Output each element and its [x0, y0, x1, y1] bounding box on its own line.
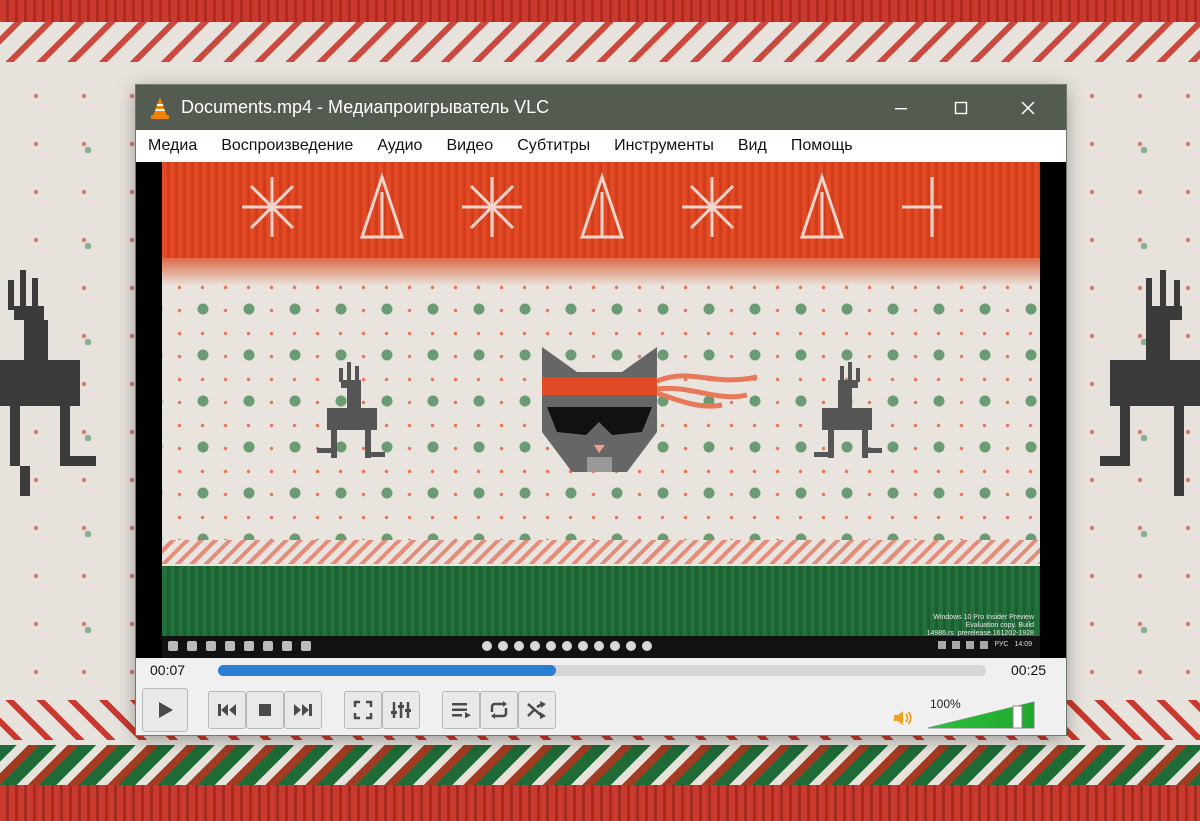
vlc-window: Documents.mp4 - Медиапроигрыватель VLC М… [136, 85, 1066, 735]
fullscreen-button[interactable] [344, 691, 382, 729]
extended-settings-icon [391, 702, 411, 718]
menu-media[interactable]: Медиа [136, 137, 209, 155]
maximize-icon [954, 101, 968, 114]
playlist-button[interactable] [442, 691, 480, 729]
stop-button[interactable] [246, 691, 284, 729]
volume-slider[interactable] [926, 698, 1036, 730]
next-button[interactable] [284, 691, 322, 729]
menu-view[interactable]: Вид [726, 137, 779, 155]
minimize-icon [895, 107, 907, 109]
total-time: 00:25 [1011, 662, 1047, 678]
app-icon [498, 641, 508, 651]
seek-bar[interactable] [218, 665, 986, 676]
wallpaper-zigzag-top [0, 22, 1200, 62]
video-taskbar-center-icons [482, 641, 652, 651]
play-icon [159, 702, 173, 718]
previous-button[interactable] [208, 691, 246, 729]
fullscreen-icon [353, 700, 373, 720]
frame-green-band [162, 566, 1040, 636]
minimize-button[interactable] [871, 85, 931, 130]
vlc-taskbar-icon [301, 641, 311, 651]
elapsed-time: 00:07 [150, 662, 186, 678]
search-icon [187, 641, 197, 651]
app-icon [482, 641, 492, 651]
app-icon [594, 641, 604, 651]
video-frame: Windows 10 Pro Insider Preview Evaluatio… [162, 162, 1040, 658]
menu-subtitles[interactable]: Субтитры [505, 137, 602, 155]
app-icon [626, 641, 636, 651]
app-icon [642, 641, 652, 651]
wallpaper-top-band [0, 0, 1200, 22]
reindeer-right-icon [1100, 270, 1200, 496]
menu-audio[interactable]: Аудио [365, 137, 434, 155]
app-icon [282, 641, 292, 651]
previous-icon [218, 704, 236, 716]
play-button[interactable] [142, 688, 188, 732]
wallpaper-bottom-band [0, 785, 1200, 821]
menu-tools[interactable]: Инструменты [602, 137, 726, 155]
frame-salmon-band [162, 540, 1040, 564]
shuffle-button[interactable] [518, 691, 556, 729]
video-reindeer-left-icon [317, 362, 385, 458]
menu-video[interactable]: Видео [434, 137, 505, 155]
volume-handle[interactable] [1012, 705, 1023, 729]
tray-icon [938, 641, 947, 649]
window-title: Documents.mp4 - Медиапроигрыватель VLC [181, 97, 550, 117]
title-bar[interactable]: Documents.mp4 - Медиапроигрыватель VLC [136, 85, 1066, 130]
video-area[interactable]: Windows 10 Pro Insider Preview Evaluatio… [136, 162, 1066, 658]
close-icon [1021, 100, 1035, 115]
maximize-button[interactable] [931, 85, 991, 130]
loop-icon [490, 701, 508, 719]
windows-start-icon [168, 641, 178, 651]
menu-help[interactable]: Помощь [779, 137, 865, 155]
next-icon [294, 704, 312, 716]
tray-icon [980, 641, 989, 649]
store-icon [244, 641, 254, 651]
app-icon [546, 641, 556, 651]
video-taskbar-left-icons [168, 641, 311, 651]
reindeer-left-icon [0, 270, 96, 496]
taskbar-clock: 14:09 [1014, 641, 1032, 648]
app-icon [610, 641, 620, 651]
app-icon [530, 641, 540, 651]
seek-bar-fill [218, 665, 556, 676]
close-button[interactable] [998, 85, 1058, 130]
app-icon [514, 641, 524, 651]
tray-icon [966, 641, 975, 649]
explorer-icon [225, 641, 235, 651]
wallpaper-green-band [0, 745, 1200, 785]
ninja-cat-icon [542, 347, 758, 472]
taskbar-language: РУС [994, 641, 1009, 648]
video-taskbar-tray: РУС 14:09 [938, 641, 1032, 649]
speaker-icon[interactable] [892, 708, 914, 728]
task-view-icon [206, 641, 216, 651]
extended-settings-button[interactable] [382, 691, 420, 729]
snowflake-pattern-icon [242, 172, 942, 239]
menu-bar: Медиа Воспроизведение Аудио Видео Субтит… [136, 130, 1066, 162]
video-taskbar: РУС 14:09 [162, 636, 1040, 658]
tray-icon [952, 641, 961, 649]
playlist-icon [452, 703, 471, 719]
video-watermark: Windows 10 Pro Insider Preview Evaluatio… [914, 614, 1034, 637]
video-reindeer-right-icon [814, 362, 882, 458]
seek-row: 00:07 00:25 [136, 658, 1066, 682]
watermark-line-1: Windows 10 Pro Insider Preview [933, 614, 1034, 621]
app-icon [263, 641, 273, 651]
shuffle-icon [527, 701, 546, 719]
loop-button[interactable] [480, 691, 518, 729]
vlc-cone-icon [151, 97, 169, 119]
app-icon [562, 641, 572, 651]
stop-icon [259, 704, 271, 716]
menu-playback[interactable]: Воспроизведение [209, 137, 365, 155]
app-icon [578, 641, 588, 651]
